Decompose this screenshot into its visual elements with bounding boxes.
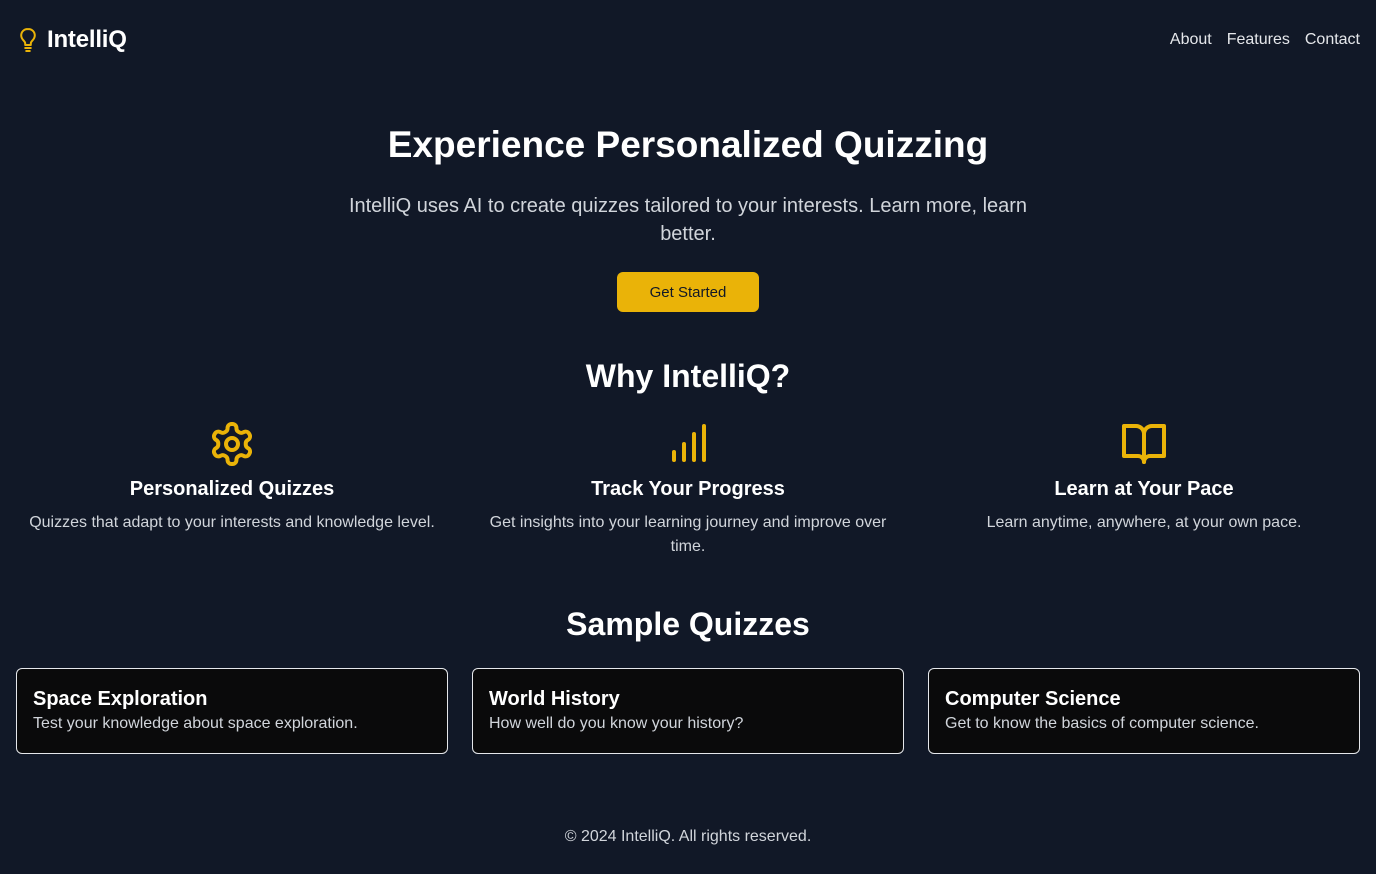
quiz-description: Get to know the basics of computer scien… bbox=[945, 715, 1259, 732]
feature-title: Personalized Quizzes bbox=[129, 478, 335, 500]
nav-link-contact[interactable]: Contact bbox=[1305, 31, 1360, 49]
brand[interactable]: IntelliQ bbox=[19, 26, 127, 54]
landing-page: IntelliQ About Features Contact Experien… bbox=[0, 0, 1376, 874]
quiz-title: World History bbox=[489, 688, 620, 710]
brand-name: IntelliQ bbox=[47, 26, 127, 53]
feature-description: Learn anytime, anywhere, at your own pac… bbox=[986, 514, 1302, 531]
samples-section-title: Sample Quizzes bbox=[566, 606, 810, 642]
nav-link-features[interactable]: Features bbox=[1227, 31, 1290, 49]
bar-chart-icon bbox=[672, 424, 706, 462]
why-section-title: Why IntelliQ? bbox=[585, 358, 791, 394]
feature-track-progress: Track Your Progress Get insights into yo… bbox=[472, 420, 904, 559]
quiz-description: How well do you know your history? bbox=[489, 715, 744, 732]
feature-learn-at-pace: Learn at Your Pace Learn anytime, anywhe… bbox=[928, 420, 1360, 559]
site-footer: © 2024 IntelliQ. All rights reserved. bbox=[564, 828, 812, 845]
get-started-button[interactable]: Get Started bbox=[617, 272, 759, 312]
site-header: IntelliQ About Features Contact bbox=[0, 0, 1376, 80]
feature-title: Learn at Your Pace bbox=[1054, 478, 1234, 500]
quiz-title: Space Exploration bbox=[33, 688, 208, 710]
features-list: Personalized Quizzes Quizzes that adapt … bbox=[16, 420, 1360, 559]
quiz-card-space-exploration[interactable]: Space Exploration Test your knowledge ab… bbox=[16, 668, 448, 754]
quiz-card-computer-science[interactable]: Computer Science Get to know the basics … bbox=[928, 668, 1360, 754]
quiz-description: Test your knowledge about space explorat… bbox=[33, 715, 358, 732]
gear-icon bbox=[212, 422, 252, 466]
feature-personalized-quizzes: Personalized Quizzes Quizzes that adapt … bbox=[16, 420, 448, 559]
book-open-icon bbox=[1122, 424, 1166, 464]
feature-title: Track Your Progress bbox=[591, 478, 785, 500]
main-nav: About Features Contact bbox=[1170, 31, 1360, 49]
hero-title: Experience Personalized Quizzing bbox=[387, 124, 989, 165]
feature-description: Get insights into your learning journey … bbox=[489, 514, 887, 555]
lightbulb-icon bbox=[20, 28, 36, 52]
feature-description: Quizzes that adapt to your interests and… bbox=[29, 514, 435, 531]
sample-quizzes-list: Space Exploration Test your knowledge ab… bbox=[16, 668, 1360, 754]
nav-link-about[interactable]: About bbox=[1170, 31, 1212, 49]
hero-subtitle: IntelliQ uses AI to create quizzes tailo… bbox=[348, 195, 1028, 245]
quiz-card-world-history[interactable]: World History How well do you know your … bbox=[472, 668, 904, 754]
quiz-title: Computer Science bbox=[945, 688, 1121, 710]
